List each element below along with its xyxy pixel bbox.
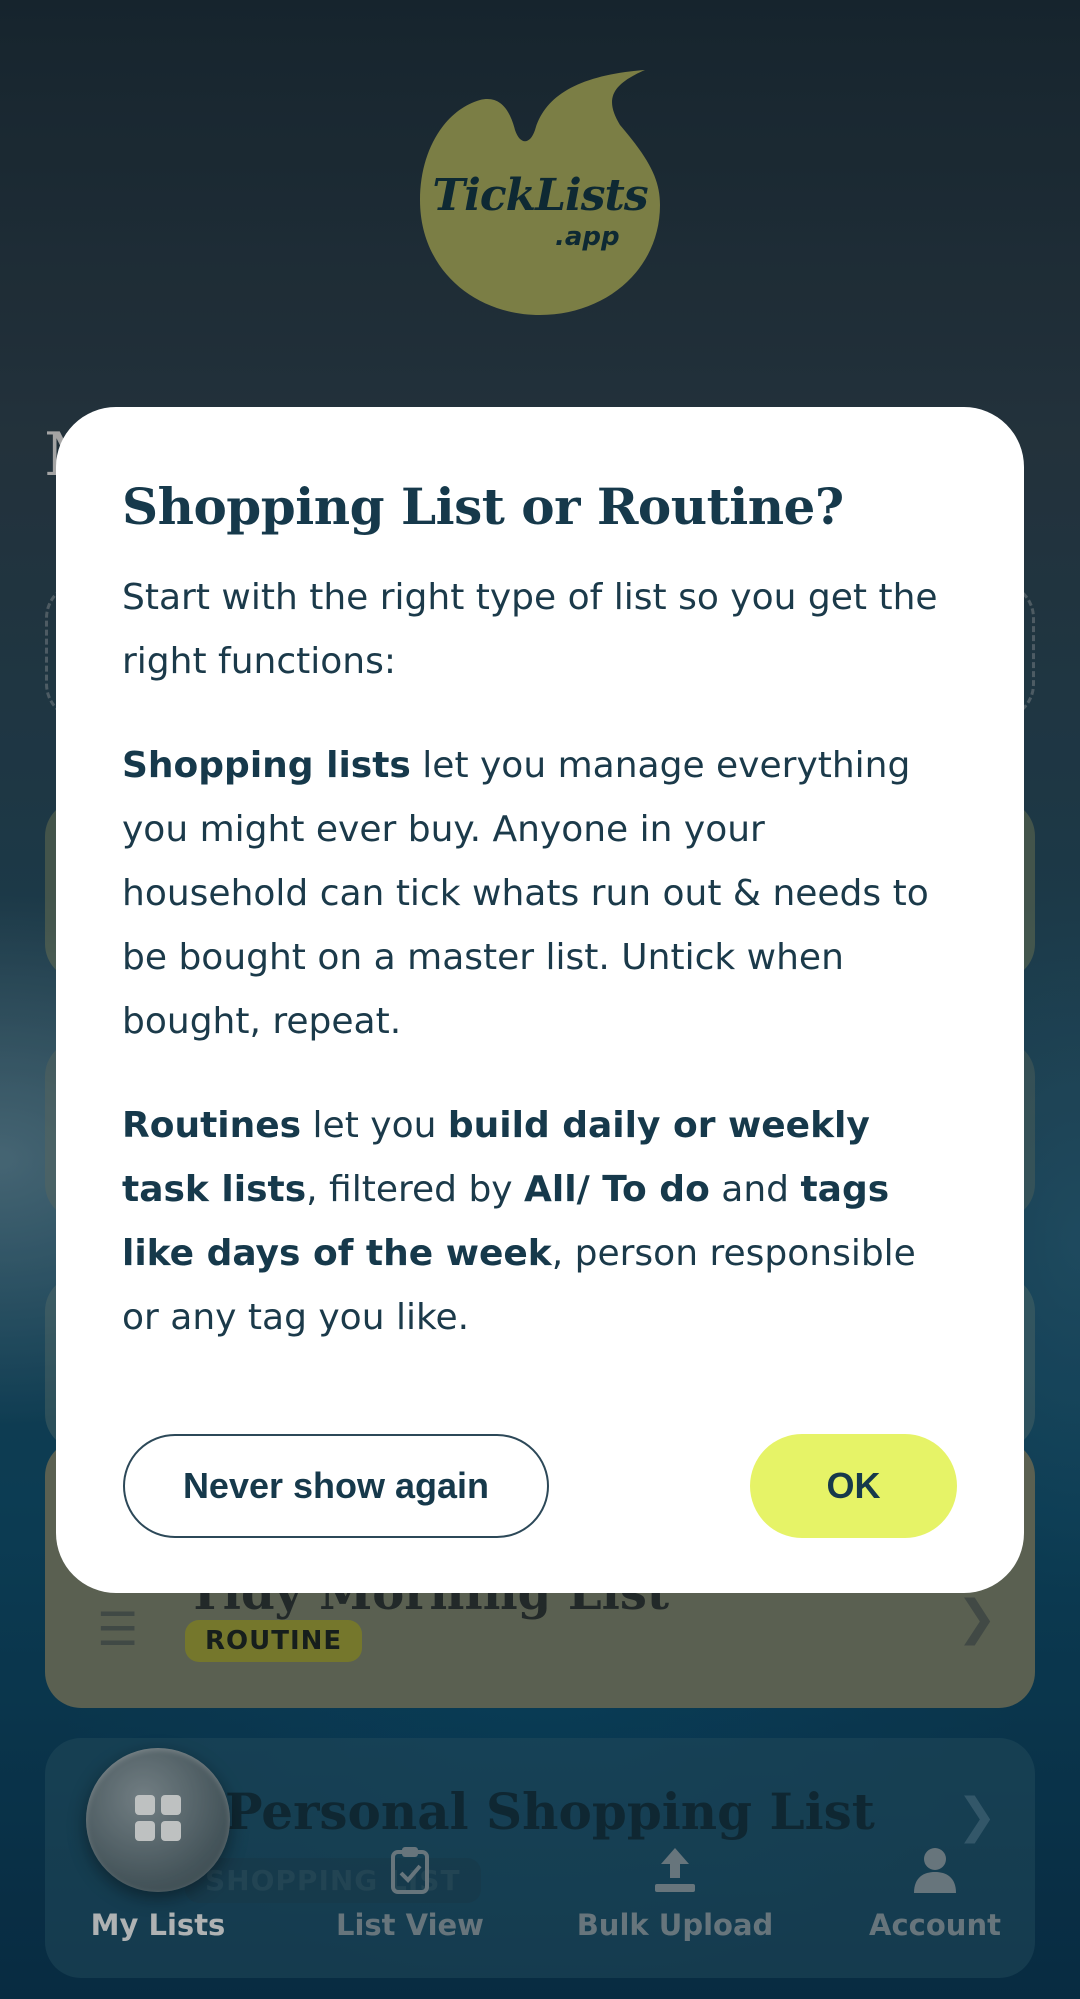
routines-text: , filtered by bbox=[306, 1169, 525, 1210]
dialog-intro: Start with the right type of list so you… bbox=[122, 577, 938, 682]
dialog-shopping-paragraph: Shopping lists let you manage everything… bbox=[122, 734, 956, 1054]
routines-text: let you bbox=[301, 1105, 448, 1146]
shopping-lists-bold: Shopping lists bbox=[122, 745, 411, 786]
routines-bold: Routines bbox=[122, 1105, 302, 1146]
never-show-again-button[interactable]: Never show again bbox=[123, 1434, 549, 1538]
list-type-dialog: Shopping List or Routine? Start with the… bbox=[56, 407, 1024, 1593]
routines-text: and bbox=[709, 1169, 801, 1210]
ok-button[interactable]: OK bbox=[750, 1434, 957, 1538]
dialog-routines-paragraph: Routines let you build daily or weekly t… bbox=[122, 1094, 956, 1350]
routines-bold-filter: All/ To do bbox=[524, 1169, 710, 1210]
shopping-lists-text: let you manage everything you might ever… bbox=[122, 745, 929, 1042]
dialog-title: Shopping List or Routine? bbox=[122, 477, 844, 536]
